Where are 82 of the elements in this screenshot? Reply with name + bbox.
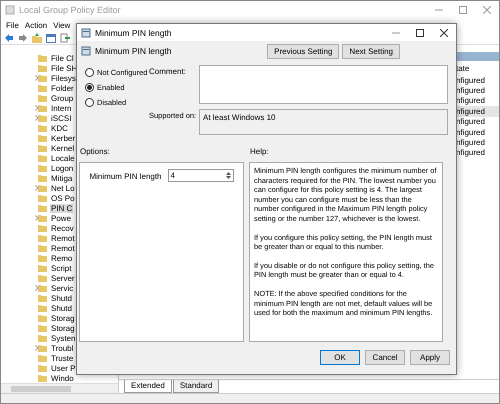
tree-item[interactable]: Locale <box>50 154 76 162</box>
dialog-button[interactable]: Apply <box>410 350 450 365</box>
expand-icon[interactable] <box>35 285 39 291</box>
help-label: Help: <box>250 146 269 156</box>
expand-icon[interactable] <box>35 115 39 121</box>
tree-item[interactable]: Truste <box>50 354 74 362</box>
tree-item[interactable]: Kerber <box>50 134 76 142</box>
dialog-button[interactable]: Cancel <box>365 350 405 365</box>
comment-field[interactable] <box>199 65 448 104</box>
tree-item[interactable]: Systen <box>50 334 76 342</box>
folder-up-icon <box>32 32 42 42</box>
policy-heading: Minimum PIN length <box>95 46 172 56</box>
expand-icon[interactable] <box>35 345 39 351</box>
tree-item[interactable]: Windo <box>50 374 75 382</box>
tree-item[interactable]: PIN C <box>50 204 74 212</box>
tree-item[interactable]: Shutd <box>50 304 73 312</box>
table-cell: nfigured <box>456 86 485 96</box>
tree-item[interactable]: Group <box>50 94 74 102</box>
table-cell: nfigured <box>456 128 485 137</box>
close-icon[interactable] <box>440 28 448 36</box>
table-cell: nfigured <box>456 96 485 106</box>
tree-item[interactable]: Net Lo <box>50 184 76 192</box>
tree-item[interactable]: Shutd <box>50 294 73 302</box>
tree-item[interactable]: Storag <box>50 324 76 332</box>
comment-label: Comment: <box>149 66 187 78</box>
radio-button[interactable] <box>85 98 94 107</box>
tree-item[interactable]: KDC <box>50 124 69 132</box>
export-icon <box>60 32 70 42</box>
menu-item[interactable]: Action <box>24 20 48 30</box>
tree-item[interactable]: iSCSI <box>50 114 72 122</box>
spinner-icon[interactable] <box>226 171 231 180</box>
window-title: Local Group Policy Editor <box>19 5 121 15</box>
tree-item[interactable]: Remo <box>50 254 74 262</box>
menu-item[interactable]: View <box>53 20 70 30</box>
option-label: Minimum PIN length <box>89 171 162 181</box>
view-icon <box>46 32 56 42</box>
tree-item[interactable]: Intern <box>50 104 72 112</box>
tree-item[interactable]: Remot <box>50 244 76 252</box>
tree-item[interactable]: User P <box>50 364 76 372</box>
tree-item[interactable]: Script <box>50 264 72 272</box>
radio-button[interactable] <box>85 83 94 92</box>
forward-arrow-icon <box>18 32 28 42</box>
policy-icon <box>81 28 91 38</box>
app-icon <box>5 5 15 15</box>
table-cell: nfigured <box>456 76 485 85</box>
nav-button[interactable]: Previous Setting <box>267 44 340 58</box>
maximize-icon[interactable] <box>416 28 424 36</box>
tree-item[interactable]: Folder <box>50 84 75 92</box>
options-label: Options: <box>80 146 111 156</box>
back-arrow-icon <box>4 32 14 42</box>
radio-button[interactable] <box>85 68 94 77</box>
tab[interactable]: Standard <box>172 380 220 393</box>
tree-item[interactable]: OS Po <box>50 194 76 202</box>
expand-icon[interactable] <box>35 105 39 111</box>
tree-item[interactable]: Kernel <box>50 144 76 152</box>
tree-item[interactable]: File Cl <box>50 54 75 62</box>
table-cell: nfigured <box>456 138 485 148</box>
tree-item[interactable]: Filesys <box>50 74 77 82</box>
table-cell: nfigured <box>456 117 485 126</box>
scrollbar[interactable] <box>1 383 118 393</box>
expand-icon[interactable] <box>35 185 39 191</box>
tree-item[interactable]: Remot <box>50 234 76 242</box>
tree-item[interactable]: Servic <box>50 284 74 292</box>
dialog-title: Minimum PIN length <box>95 28 172 38</box>
nav-button[interactable]: Next Setting <box>342 44 400 58</box>
tree-item[interactable]: Storag <box>50 314 76 322</box>
supported-field: At least Windows 10 <box>199 109 448 135</box>
tab[interactable]: Extended <box>124 380 172 393</box>
tree-item[interactable]: Troubl <box>50 344 74 352</box>
tree-item[interactable]: Mitiga <box>50 174 74 182</box>
dialog-button[interactable]: OK <box>320 350 360 365</box>
number-field[interactable]: 4 <box>168 169 234 182</box>
tree-item[interactable]: Server <box>50 274 76 282</box>
policy-icon <box>81 46 91 56</box>
menu-item[interactable]: File <box>6 20 19 30</box>
table-cell: nfigured <box>456 148 485 158</box>
tree-item[interactable]: Recov <box>50 224 75 232</box>
expand-icon[interactable] <box>35 215 39 221</box>
tree-item[interactable]: Powe <box>50 214 72 222</box>
table-cell: nfigured <box>456 106 485 116</box>
tree-item[interactable]: Logon <box>50 164 74 172</box>
expand-icon[interactable] <box>35 75 39 81</box>
